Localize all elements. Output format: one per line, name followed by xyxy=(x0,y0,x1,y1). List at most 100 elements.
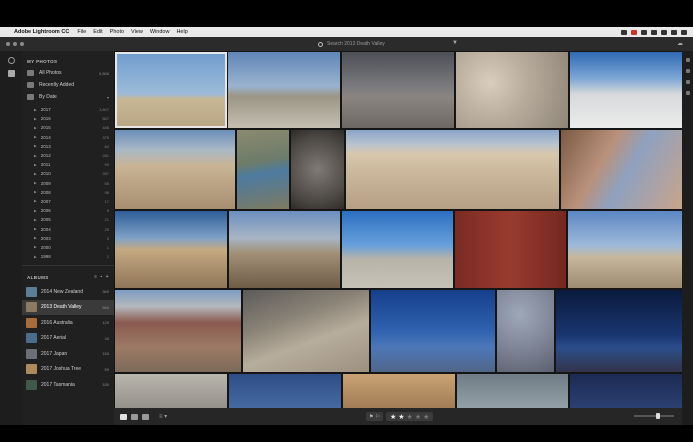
menu-edit[interactable]: Edit xyxy=(93,29,102,35)
photo-salt-flats[interactable] xyxy=(570,52,682,128)
menu-photo[interactable]: Photo xyxy=(110,29,124,35)
photo-interior-ruin[interactable] xyxy=(457,374,568,408)
disclosure-triangle-icon[interactable]: ▶ xyxy=(34,199,37,203)
sidebar-year-2012[interactable]: ▶ 2012 281 xyxy=(22,151,114,160)
close-window-button[interactable] xyxy=(6,42,10,46)
sidebar-year-2015[interactable]: ▶ 2015 488 xyxy=(22,123,114,132)
square-grid-view-icon[interactable] xyxy=(131,413,138,420)
album-item[interactable]: 2017 Joshua Tree 59 xyxy=(22,362,114,378)
star-icon[interactable]: ★ xyxy=(390,413,396,421)
sidebar-year-2010[interactable]: ▶ 2010 287 xyxy=(22,169,114,178)
photo-rock-texture[interactable] xyxy=(497,290,554,372)
menu-help[interactable]: Help xyxy=(176,29,187,35)
sidebar-year-2007[interactable]: ▶ 2007 17 xyxy=(22,197,114,206)
sidebar-year-2005[interactable]: ▶ 2005 21 xyxy=(22,215,114,224)
zoom-window-button[interactable] xyxy=(20,42,24,46)
status-icon[interactable] xyxy=(661,29,667,35)
photo-canyon-wash[interactable] xyxy=(561,130,682,209)
sidebar-year-2000[interactable]: ▶ 2000 1 xyxy=(22,243,114,252)
disclosure-triangle-icon[interactable]: ▶ xyxy=(34,209,37,213)
menu-file[interactable]: File xyxy=(77,29,86,35)
add-photos-icon[interactable] xyxy=(7,57,15,64)
photo-night-ruins[interactable] xyxy=(556,290,682,372)
by-date-item[interactable]: By Date ▾ xyxy=(22,91,114,103)
sort-menu-icon[interactable]: ≡ ▾ xyxy=(159,413,167,420)
disclosure-triangle-icon[interactable]: ▶ xyxy=(34,172,37,176)
all-photos-item[interactable]: All Photos 9,806 xyxy=(22,67,114,79)
star-rating[interactable]: ★ ★ ★ ★ ★ xyxy=(385,412,434,421)
star-icon[interactable]: ★ xyxy=(398,413,404,421)
minimize-window-button[interactable] xyxy=(13,42,17,46)
album-item[interactable]: 2016 Australia 129 xyxy=(22,315,114,331)
photo-rusty-tank[interactable] xyxy=(342,211,453,288)
photo-starry-sky[interactable] xyxy=(570,374,682,408)
sidebar-year-1998[interactable]: ▶ 1998 1 xyxy=(22,252,114,261)
detail-view-icon[interactable] xyxy=(142,413,149,420)
edit-panel-icon[interactable] xyxy=(685,58,690,62)
photo-road-dunes[interactable] xyxy=(115,130,235,209)
photo-dusk-flats[interactable] xyxy=(342,52,454,128)
disclosure-triangle-icon[interactable]: ▶ xyxy=(34,117,37,121)
disclosure-triangle-icon[interactable]: ▶ xyxy=(34,218,37,222)
status-icon[interactable] xyxy=(631,29,637,35)
list-view-icon[interactable]: ≡ xyxy=(94,274,97,280)
sidebar-year-2017[interactable]: ▶ 2017 1,607 xyxy=(22,105,114,114)
photo-union-sign[interactable] xyxy=(455,211,566,288)
disclosure-triangle-icon[interactable]: ▶ xyxy=(34,144,37,148)
album-item[interactable]: 2017 Tasmania 180 xyxy=(22,377,114,393)
photo-creek[interactable] xyxy=(237,130,289,209)
photo-rhyolite-ruins[interactable] xyxy=(568,211,682,288)
sidebar-year-2003[interactable]: ▶ 2003 3 xyxy=(22,234,114,243)
search-field[interactable]: Search 2013 Death Valley xyxy=(318,40,448,48)
menu-window[interactable]: Window xyxy=(150,29,170,35)
photo-signpost-playa[interactable] xyxy=(228,52,340,128)
disclosure-triangle-icon[interactable]: ▶ xyxy=(34,163,37,167)
photo-sand-dunes[interactable] xyxy=(346,130,559,209)
photo-dead-tree-sunset[interactable] xyxy=(229,211,340,288)
disclosure-triangle-icon[interactable]: ▶ xyxy=(34,236,37,240)
album-item[interactable]: 2017 Japan 153 xyxy=(22,346,114,362)
sidebar-year-2004[interactable]: ▶ 2004 25 xyxy=(22,224,114,233)
pick-flag-icon[interactable]: ⚑ xyxy=(369,414,373,420)
sidebar-year-2011[interactable]: ▶ 2011 99 xyxy=(22,160,114,169)
photo-dirt-road-cliffs[interactable] xyxy=(243,290,369,372)
disclosure-triangle-icon[interactable]: ▶ xyxy=(34,126,37,130)
disclosure-triangle-icon[interactable]: ▶ xyxy=(34,190,37,194)
photo-blue-dusk[interactable] xyxy=(229,374,341,408)
add-album-icon[interactable]: + xyxy=(106,274,109,280)
status-icon[interactable] xyxy=(641,29,647,35)
photo-desert-highway[interactable] xyxy=(115,211,227,288)
disclosure-triangle-icon[interactable]: ▶ xyxy=(34,154,37,158)
photo-dead-branches[interactable] xyxy=(291,130,344,209)
disclosure-triangle-icon[interactable]: ▶ xyxy=(34,227,37,231)
recently-added-item[interactable]: Recently Added xyxy=(22,79,114,91)
photo-sand-ripples[interactable] xyxy=(343,374,455,408)
photo-tree-fence[interactable] xyxy=(115,52,227,128)
info-panel-icon[interactable] xyxy=(685,69,690,73)
filter-icon[interactable]: ▼ xyxy=(452,40,458,46)
disclosure-triangle-icon[interactable]: ▶ xyxy=(34,108,37,112)
sidebar-year-2013[interactable]: ▶ 2013 84 xyxy=(22,142,114,151)
activity-panel-icon[interactable] xyxy=(685,91,690,95)
album-item[interactable]: 2017 Aerial 40 xyxy=(22,331,114,347)
star-icon[interactable]: ★ xyxy=(423,413,429,421)
grid-view-icon[interactable]: ▪ xyxy=(100,274,102,280)
album-item[interactable]: 2013 Death Valley 866 xyxy=(22,299,114,316)
disclosure-triangle-icon[interactable]: ▶ xyxy=(34,135,37,139)
sidebar-year-2009[interactable]: ▶ 2009 55 xyxy=(22,179,114,188)
photo-bank-ruins-blue[interactable] xyxy=(371,290,495,372)
sidebar-year-2008[interactable]: ▶ 2008 96 xyxy=(22,188,114,197)
my-photos-icon[interactable] xyxy=(7,70,15,77)
photo-grid-view-icon[interactable] xyxy=(120,413,127,420)
slider-knob[interactable] xyxy=(656,413,660,419)
disclosure-triangle-icon[interactable]: ▶ xyxy=(34,255,37,259)
reject-flag-icon[interactable]: ⚐ xyxy=(375,414,379,420)
cloud-sync-icon[interactable]: ☁ xyxy=(677,40,683,47)
star-icon[interactable]: ★ xyxy=(415,413,421,421)
star-icon[interactable]: ★ xyxy=(407,413,413,421)
sidebar-year-2016[interactable]: ▶ 2016 867 xyxy=(22,114,114,123)
status-icon[interactable] xyxy=(651,29,657,35)
status-icon[interactable] xyxy=(621,29,627,35)
disclosure-triangle-icon[interactable]: ▶ xyxy=(34,181,37,185)
disclosure-triangle-icon[interactable]: ▶ xyxy=(34,245,37,249)
